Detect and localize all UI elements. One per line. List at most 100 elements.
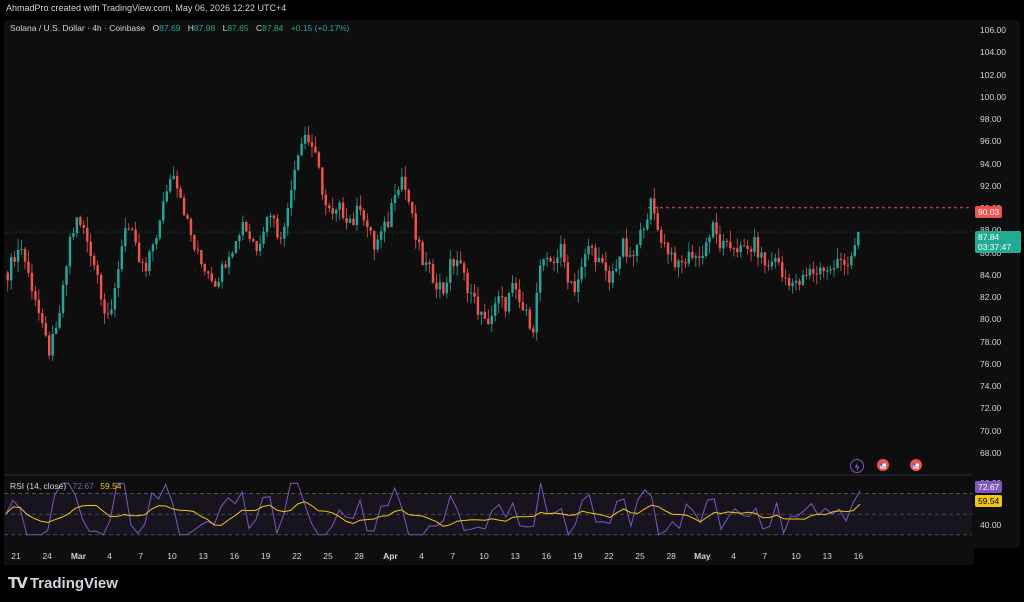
candle-body xyxy=(414,213,417,240)
candle-body xyxy=(756,237,760,258)
candle-body xyxy=(801,274,805,285)
candle-body xyxy=(75,217,79,234)
candle-body xyxy=(677,260,680,268)
candle-body xyxy=(238,235,241,242)
candle-body xyxy=(566,262,570,283)
candle-body xyxy=(480,311,483,315)
candle-body xyxy=(393,195,397,204)
candle-body xyxy=(857,232,860,246)
candle-body xyxy=(196,249,200,251)
candle-body xyxy=(504,296,507,312)
candle-body xyxy=(846,264,850,266)
candle-body xyxy=(435,282,438,290)
candle-body xyxy=(51,333,54,356)
candle-body xyxy=(428,262,431,265)
price-tick-label: 104.00 xyxy=(980,47,1006,58)
time-tick-label: Mar xyxy=(70,551,86,561)
time-tick-label: 7 xyxy=(138,551,144,561)
candlestick-chart[interactable] xyxy=(0,0,1024,602)
candle-body xyxy=(725,240,729,242)
price-tick-label: 96.00 xyxy=(980,136,1002,147)
price-tick-label: 102.00 xyxy=(980,69,1006,80)
open-value: 87.69 xyxy=(159,23,181,33)
us-flag-event-icon[interactable] xyxy=(910,459,922,471)
candle-body xyxy=(61,284,65,314)
candle-body xyxy=(808,268,812,276)
candle-body xyxy=(189,218,193,236)
candle-body xyxy=(248,231,251,240)
candle-body xyxy=(570,281,573,283)
candle-body xyxy=(642,229,646,231)
candle-body xyxy=(538,265,542,293)
rsi-label[interactable]: RSI (14, close) xyxy=(10,481,66,491)
candle-body xyxy=(321,167,324,195)
candle-body xyxy=(583,254,587,267)
candle-body xyxy=(106,313,110,315)
change-value: +0.15 (+0.17%) xyxy=(290,23,350,33)
lightning-event-icon[interactable] xyxy=(850,459,864,473)
rsi-tick-label: 40.00 xyxy=(980,519,1002,530)
candle-body xyxy=(224,264,227,268)
candle-body xyxy=(518,289,521,303)
candle-body xyxy=(338,202,341,210)
time-tick-label: 21 xyxy=(11,551,21,561)
candle-body xyxy=(473,292,476,297)
candle-body xyxy=(155,238,158,245)
candle-body xyxy=(594,247,597,263)
candle-body xyxy=(411,201,414,214)
candle-body xyxy=(283,226,286,239)
candle-body xyxy=(20,248,23,250)
candle-body xyxy=(490,315,493,325)
candle-body xyxy=(466,272,469,293)
candle-body xyxy=(158,220,162,239)
candle-body xyxy=(317,152,321,168)
candle-body xyxy=(853,245,857,256)
candle-body xyxy=(649,198,653,220)
candle-body xyxy=(556,257,559,264)
candle-body xyxy=(469,292,473,294)
candle-body xyxy=(791,282,794,286)
candle-body xyxy=(86,227,89,242)
candle-body xyxy=(79,217,82,225)
candle-body xyxy=(787,278,791,286)
candle-body xyxy=(487,318,490,325)
time-tick-label: 10 xyxy=(167,551,177,561)
tradingview-logo[interactable]: TV TradingView xyxy=(8,574,118,592)
ohlc-legend: Solana / U.S. Dollar · 4h · Coinbase O87… xyxy=(10,23,349,33)
symbol-name[interactable]: Solana / U.S. Dollar · 4h · Coinbase xyxy=(10,23,145,33)
candle-body xyxy=(120,246,124,270)
price-tick-label: 92.00 xyxy=(980,180,1002,191)
time-tick-label: 7 xyxy=(762,551,768,561)
candle-body xyxy=(763,252,767,266)
candle-body xyxy=(646,219,649,230)
candle-body xyxy=(89,241,92,257)
candle-body xyxy=(352,218,355,226)
candle-body xyxy=(334,209,338,214)
candle-body xyxy=(843,259,846,265)
candle-body xyxy=(805,274,808,276)
price-tick-label: 98.00 xyxy=(980,114,1002,125)
candle-body xyxy=(753,237,756,252)
candle-body xyxy=(784,277,787,279)
candle-body xyxy=(687,251,691,264)
candle-body xyxy=(172,175,175,179)
candle-body xyxy=(113,288,117,310)
candle-body xyxy=(732,248,736,250)
time-tick-label: 4 xyxy=(731,551,736,561)
candle-body xyxy=(749,248,753,252)
candle-body xyxy=(601,258,604,263)
candle-body xyxy=(832,268,836,270)
time-tick-label: 10 xyxy=(479,551,489,561)
candle-body xyxy=(303,134,307,144)
candle-body xyxy=(348,218,352,223)
low-value: 87.65 xyxy=(227,23,249,33)
candle-body xyxy=(822,267,825,272)
candle-body xyxy=(241,222,245,236)
us-flag-event-icon[interactable] xyxy=(877,459,889,471)
candle-body xyxy=(500,296,504,298)
candle-body xyxy=(328,205,331,209)
candle-body xyxy=(659,229,663,243)
candle-body xyxy=(366,220,369,228)
candle-body xyxy=(130,229,134,231)
candle-body xyxy=(16,249,20,262)
